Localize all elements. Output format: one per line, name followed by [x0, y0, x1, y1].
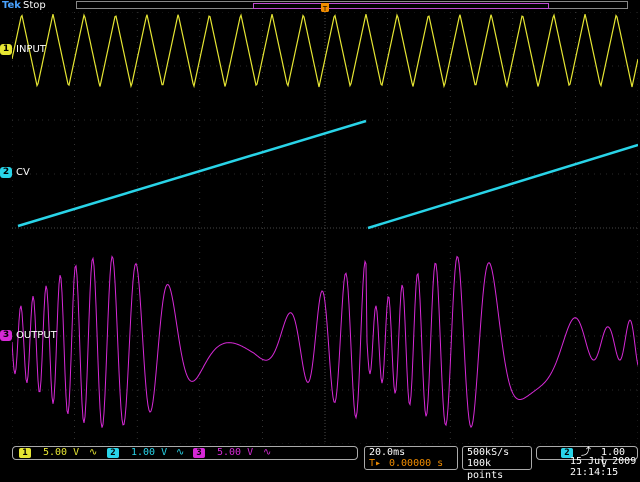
- record-length: 100k points: [467, 458, 504, 481]
- ch1-scale[interactable]: 5.00 V: [43, 447, 79, 459]
- ch3-chip[interactable]: 3: [193, 448, 205, 458]
- timebase-readout[interactable]: 20.0ms T▸ 0.00000 s: [364, 446, 458, 470]
- oscilloscope-screen: Tek Stop T T 1 INPUT 2 CV 3 OUTPUT 1 5.0…: [0, 0, 640, 481]
- ch1-label: INPUT: [16, 44, 46, 55]
- channel-readout-bar: 1 5.00 V ∿ 2 1.00 V ∿ 3 5.00 V ∿: [12, 446, 358, 460]
- ch3-label: OUTPUT: [16, 330, 57, 341]
- record-view-window[interactable]: [253, 3, 549, 9]
- ch3-scale[interactable]: 5.00 V: [217, 447, 253, 459]
- trigger-position-icon-small: T▸: [369, 458, 382, 469]
- ch2-bandwidth-icon: ∿: [176, 447, 185, 458]
- ch1-ground-marker[interactable]: 1: [0, 44, 12, 55]
- ch3-ground-marker[interactable]: 3: [0, 330, 12, 341]
- ch2-ground-marker[interactable]: 2: [0, 167, 12, 178]
- record-length-bar: [76, 1, 628, 9]
- ch1-chip[interactable]: 1: [19, 448, 31, 458]
- trigger-position-value: 0.00000 s: [389, 458, 444, 469]
- ch3-bandwidth-icon: ∿: [263, 447, 272, 458]
- brand-label: Tek: [2, 0, 21, 11]
- waveform-graticule: [12, 12, 638, 444]
- time: 21:14:15: [570, 467, 619, 478]
- ch2-label: CV: [16, 167, 30, 178]
- acquisition-readout[interactable]: 500kS/s 100k points: [462, 446, 532, 481]
- run-state-label: Stop: [23, 0, 46, 11]
- ch1-bandwidth-icon: ∿: [89, 447, 98, 458]
- ch2-chip[interactable]: 2: [107, 448, 119, 458]
- ch2-scale[interactable]: 1.00 V: [131, 447, 167, 459]
- date-time-readout: 15 Jul 2009 21:14:15: [566, 456, 638, 480]
